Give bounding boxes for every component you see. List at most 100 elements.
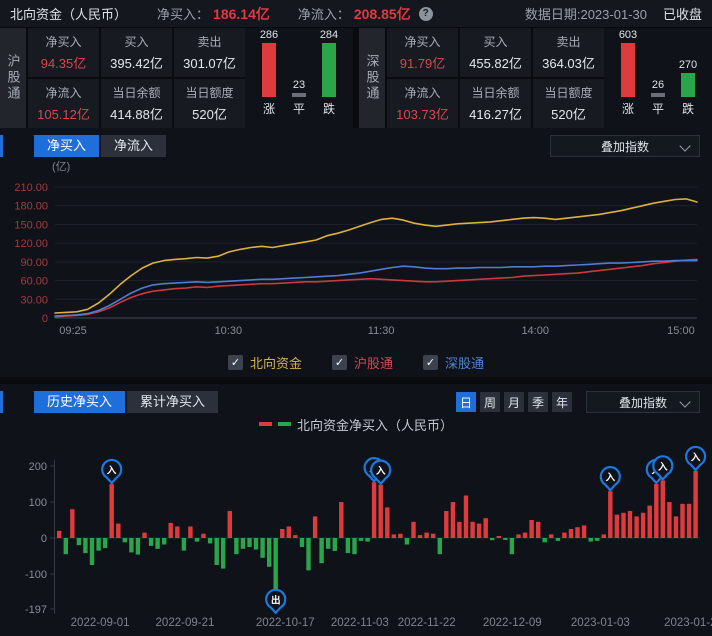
stat-label: 当日额度 (544, 84, 592, 101)
northbound-funds-app: 北向资金（人民币） 净买入： 186.14亿 净流入： 208.85亿 ? 数据… (0, 0, 712, 636)
history-bar (444, 511, 448, 538)
svg-text:入: 入 (375, 466, 386, 477)
period-month[interactable]: 月 (504, 392, 524, 412)
net-flow-value: 208.85亿 (354, 4, 411, 24)
history-bar (661, 480, 665, 538)
header: 北向资金（人民币） 净买入： 186.14亿 净流入： 208.85亿 ? 数据… (0, 0, 712, 28)
period-week[interactable]: 周 (480, 392, 500, 412)
svg-text:出: 出 (271, 594, 281, 606)
down-bar (322, 43, 336, 97)
history-bar (169, 523, 173, 538)
history-bar-chart[interactable]: 2001000-100-197入入入入入入入出2022-09-012022-09… (0, 434, 712, 632)
history-bar (641, 513, 645, 538)
y-tick-label: -197 (25, 604, 47, 616)
history-bar (398, 534, 402, 538)
history-bar (451, 502, 455, 538)
x-tick-label: 10:30 (215, 325, 243, 337)
history-bar (379, 485, 383, 538)
checkbox-northbound[interactable]: ✓北向资金 (228, 353, 302, 372)
overlay-index-select-2[interactable]: 叠加指数 (586, 391, 700, 413)
stat-cell: 净流入103.73亿 (387, 79, 458, 128)
y-tick-label: 120.00 (14, 238, 48, 250)
history-bar (424, 533, 428, 538)
advance-decline-chart: 286涨23平284跌 (245, 28, 353, 128)
history-bar (621, 513, 625, 538)
history-bar (608, 491, 612, 538)
bar-chart-legend: 北向资金净买入（人民币） (0, 414, 712, 434)
history-bar (365, 538, 369, 542)
up-bar (621, 43, 635, 97)
history-bar (562, 533, 566, 538)
chevron-down-icon (679, 396, 690, 407)
period-quarter[interactable]: 季 (528, 392, 548, 412)
history-bar (260, 538, 264, 558)
stat-cell: 当日余额414.88亿 (101, 79, 172, 128)
count-label: 跌 (682, 100, 694, 117)
history-bar (247, 538, 251, 547)
x-tick-label: 09:25 (59, 325, 87, 337)
down-count-column: 284跌 (317, 29, 341, 117)
tab-net-buy[interactable]: 净买入 (34, 135, 99, 157)
tab-cumulative-net-buy[interactable]: 累计净买入 (127, 391, 218, 413)
y-tick-label: 60.00 (20, 276, 48, 288)
stat-label: 买入 (483, 33, 507, 50)
history-bar (241, 538, 245, 549)
overlay-index-select[interactable]: 叠加指数 (550, 135, 700, 157)
up-bar-legend-swatch (259, 422, 272, 426)
history-bar (674, 516, 678, 538)
x-tick-label: 2022-11-22 (398, 617, 456, 629)
intraday-line-chart[interactable]: 210.00180.00150.00120.0090.0060.0030.000… (0, 172, 712, 342)
history-bar (680, 504, 684, 538)
up-bar (262, 43, 276, 97)
history-tabrow: 历史净买入累计净买入 日周月季年 叠加指数 (0, 384, 712, 414)
history-bar (300, 538, 304, 547)
history-bar (654, 484, 658, 538)
count-value: 603 (619, 29, 637, 41)
y-tick-label: 90.00 (20, 257, 48, 269)
x-tick-label: 2023-01-03 (571, 617, 630, 629)
tab-net-flow[interactable]: 净流入 (101, 135, 166, 157)
stat-label: 卖出 (197, 33, 221, 50)
history-bar (201, 534, 205, 538)
history-bar (254, 538, 258, 550)
history-bar (306, 538, 310, 570)
history-bar (228, 511, 232, 538)
history-bar (280, 529, 284, 538)
stat-cell: 卖出301.07亿 (174, 28, 245, 77)
history-bar (602, 534, 606, 538)
history-section: 历史净买入累计净买入 日周月季年 叠加指数 北向资金净买入（人民币） 20010… (0, 384, 712, 636)
history-bar (142, 533, 146, 538)
net-flow-label: 净流入： (298, 4, 350, 23)
section-accent-bar (0, 391, 3, 413)
history-bar (359, 538, 363, 541)
history-bar (96, 538, 100, 551)
stat-label: 当日余额 (471, 84, 519, 101)
history-bar (319, 538, 323, 563)
period-day[interactable]: 日 (456, 392, 476, 412)
question-mark-icon[interactable]: ? (419, 7, 433, 21)
x-tick-label: 2022-12-09 (483, 617, 542, 629)
series-checkbox-row: ✓北向资金 ✓沪股通 ✓深股通 (0, 347, 712, 377)
svg-text:入: 入 (106, 466, 117, 477)
stat-value: 520亿 (192, 104, 227, 123)
svg-text:入: 入 (690, 453, 701, 464)
checkbox-hugutong[interactable]: ✓沪股通 (332, 353, 393, 372)
y-tick-label: 150.00 (14, 219, 48, 231)
stat-value: 416.27亿 (469, 104, 522, 123)
history-bar (64, 538, 68, 554)
y-tick-label: 200 (29, 461, 47, 473)
history-bar (110, 484, 114, 538)
history-bar (628, 511, 632, 538)
advance-decline-chart: 603涨26平270跌 (604, 28, 712, 128)
history-bar (215, 538, 219, 565)
stat-label: 净流入 (404, 84, 440, 101)
stat-label: 卖出 (556, 33, 580, 50)
tab-history-net-buy[interactable]: 历史净买入 (34, 391, 125, 413)
history-bar (615, 515, 619, 538)
checkbox-shengutong[interactable]: ✓深股通 (423, 353, 484, 372)
history-bar (392, 534, 396, 538)
down-bar-legend-swatch (278, 422, 291, 426)
period-year[interactable]: 年 (552, 392, 572, 412)
count-label: 平 (293, 100, 305, 117)
net-buy-value: 186.14亿 (213, 4, 270, 24)
